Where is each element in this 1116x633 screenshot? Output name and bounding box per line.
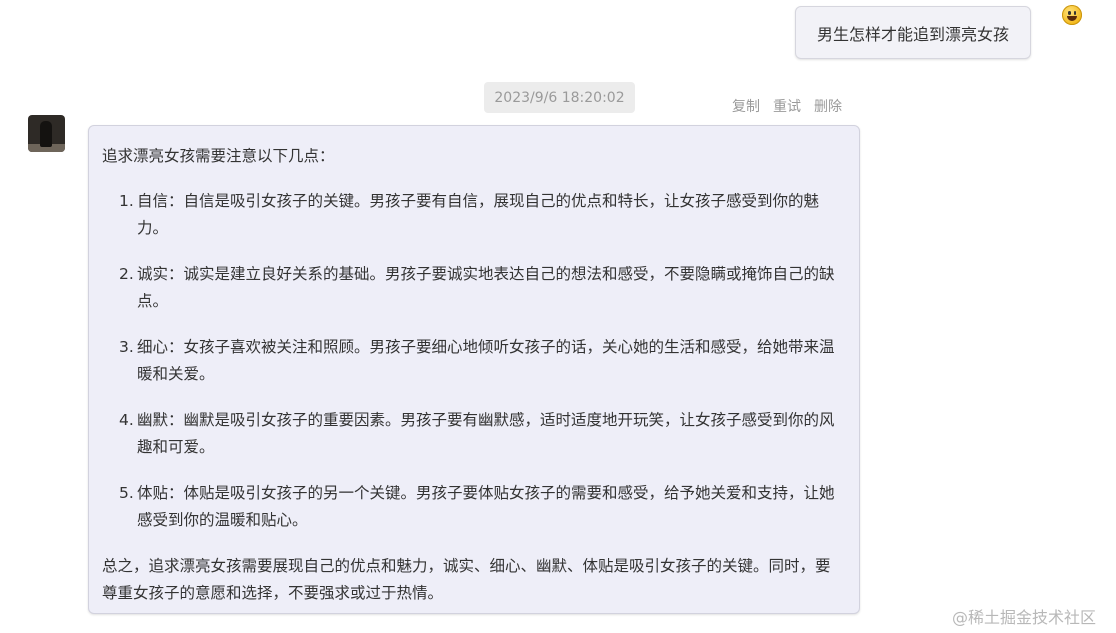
bot-points-list: 1. 自信：自信是吸引女孩子的关键。男孩子要有自信，展现自己的优点和特长，让女孩子… bbox=[102, 188, 837, 534]
bot-message-bubble: 追求漂亮女孩需要注意以下几点： 1. 自信：自信是吸引女孩子的关键。男孩子要有自信… bbox=[88, 125, 860, 614]
message-timestamp: 2023/9/6 18:20:02 bbox=[484, 82, 635, 113]
bot-intro-text: 追求漂亮女孩需要注意以下几点： bbox=[102, 147, 335, 165]
list-item: 1. 自信：自信是吸引女孩子的关键。男孩子要有自信，展现自己的优点和特长，让女孩子… bbox=[119, 192, 820, 237]
delete-button[interactable]: 删除 bbox=[814, 96, 842, 115]
list-item: 4. 幽默：幽默是吸引女孩子的重要因素。男孩子要有幽默感，适时适度地开玩笑，让女孩… bbox=[119, 411, 835, 456]
list-item: 3. 细心：女孩子喜欢被关注和照顾。男孩子要细心地倾听女孩子的话，关心她的生活和感… bbox=[119, 338, 835, 383]
message-actions: 复制 重试 删除 bbox=[732, 96, 842, 115]
watermark: @稀土掘金技术社区 bbox=[952, 608, 1097, 627]
copy-button[interactable]: 复制 bbox=[732, 96, 760, 115]
smiley-emoji-icon[interactable] bbox=[1062, 5, 1082, 25]
retry-button[interactable]: 重试 bbox=[773, 96, 801, 115]
bot-summary-text: 总之，追求漂亮女孩需要展现自己的优点和魅力，诚实、细心、幽默、体贴是吸引女孩子的… bbox=[102, 557, 831, 602]
bot-avatar bbox=[28, 115, 65, 152]
list-item: 5. 体贴：体贴是吸引女孩子的另一个关键。男孩子要体贴女孩子的需要和感受，给予她关… bbox=[119, 484, 835, 529]
user-message-text: 男生怎样才能追到漂亮女孩 bbox=[816, 24, 1009, 44]
list-item: 2. 诚实：诚实是建立良好关系的基础。男孩子要诚实地表达自己的想法和感受，不要隐瞒… bbox=[119, 265, 835, 310]
user-message-bubble: 男生怎样才能追到漂亮女孩 bbox=[795, 6, 1031, 59]
